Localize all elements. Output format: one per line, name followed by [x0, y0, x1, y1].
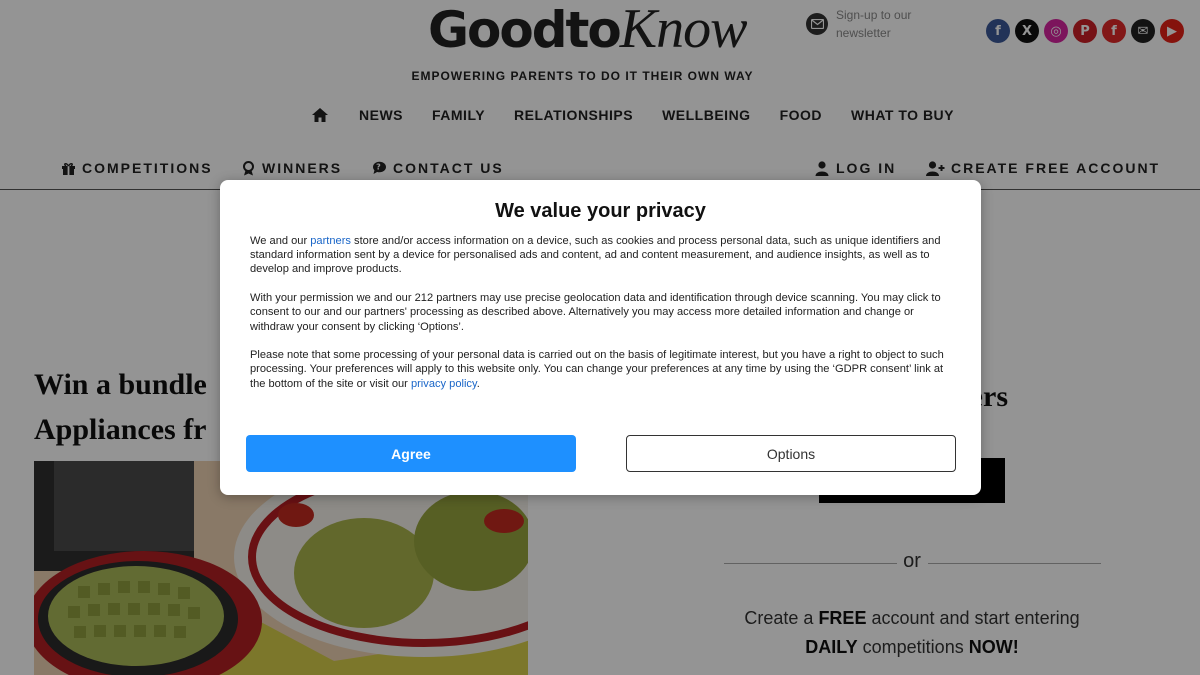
partners-link[interactable]: partners [310, 235, 351, 247]
consent-paragraph-3: Please note that some processing of your… [250, 349, 944, 390]
dialog-title: We value your privacy [495, 200, 706, 222]
options-button[interactable]: Options [626, 435, 956, 472]
consent-paragraph-2: With your permission we and our 212 part… [250, 292, 941, 333]
agree-button[interactable]: Agree [246, 435, 576, 472]
privacy-consent-dialog: We value your privacy We and our partner… [220, 180, 981, 495]
consent-paragraph-1: We and our partners store and/or access … [250, 235, 941, 276]
dialog-body: We and our partners store and/or access … [250, 234, 952, 405]
privacy-policy-link[interactable]: privacy policy [411, 378, 477, 390]
